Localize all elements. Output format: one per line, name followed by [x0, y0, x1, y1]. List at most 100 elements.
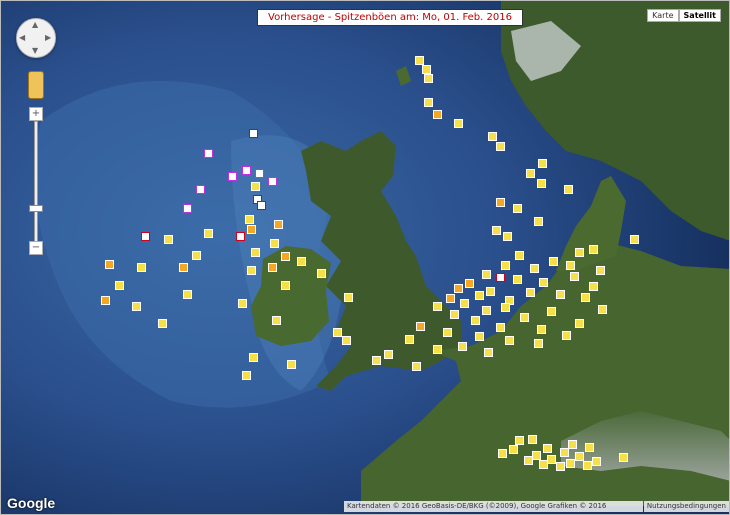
forecast-marker-yellow[interactable]: [115, 281, 124, 290]
forecast-marker-yellow[interactable]: [564, 185, 573, 194]
forecast-marker-yellow[interactable]: [498, 449, 507, 458]
forecast-marker-yellow[interactable]: [433, 302, 442, 311]
forecast-marker-yellow[interactable]: [530, 264, 539, 273]
forecast-marker-yellow[interactable]: [460, 299, 469, 308]
forecast-marker-yellow[interactable]: [556, 290, 565, 299]
forecast-marker-orange[interactable]: [496, 198, 505, 207]
pan-down-icon[interactable]: ▼: [32, 47, 38, 55]
forecast-marker-yellow[interactable]: [549, 257, 558, 266]
pan-control[interactable]: ▲ ▼ ◀ ▶: [16, 18, 56, 58]
forecast-marker-yellow[interactable]: [534, 217, 543, 226]
forecast-marker-yellow[interactable]: [251, 248, 260, 257]
forecast-marker-yellow[interactable]: [443, 328, 452, 337]
forecast-marker-magenta[interactable]: [196, 185, 205, 194]
forecast-marker-yellow[interactable]: [251, 182, 260, 191]
forecast-marker-magenta[interactable]: [183, 204, 192, 213]
forecast-marker-orange[interactable]: [465, 279, 474, 288]
forecast-marker-yellow[interactable]: [317, 269, 326, 278]
forecast-marker-yellow[interactable]: [524, 456, 533, 465]
forecast-marker-yellow[interactable]: [515, 436, 524, 445]
pan-right-icon[interactable]: ▶: [45, 34, 51, 42]
forecast-marker-yellow[interactable]: [454, 119, 463, 128]
forecast-marker-yellow[interactable]: [537, 325, 546, 334]
forecast-marker-yellow[interactable]: [458, 342, 467, 351]
forecast-marker-red[interactable]: [257, 201, 266, 210]
forecast-marker-yellow[interactable]: [287, 360, 296, 369]
forecast-marker-yellow[interactable]: [581, 293, 590, 302]
forecast-marker-yellow[interactable]: [372, 356, 381, 365]
forecast-marker-orange[interactable]: [454, 284, 463, 293]
forecast-marker-yellow[interactable]: [568, 440, 577, 449]
forecast-marker-orange[interactable]: [105, 260, 114, 269]
forecast-marker-yellow[interactable]: [247, 266, 256, 275]
forecast-marker-magenta[interactable]: [228, 172, 237, 181]
forecast-marker-magenta[interactable]: [268, 177, 277, 186]
forecast-marker-yellow[interactable]: [566, 459, 575, 468]
forecast-marker-orange[interactable]: [247, 225, 256, 234]
forecast-marker-yellow[interactable]: [560, 448, 569, 457]
forecast-marker-yellow[interactable]: [575, 248, 584, 257]
forecast-marker-yellow[interactable]: [598, 305, 607, 314]
forecast-marker-yellow[interactable]: [534, 339, 543, 348]
forecast-marker-yellow[interactable]: [503, 232, 512, 241]
forecast-marker-yellow[interactable]: [471, 316, 480, 325]
forecast-marker-yellow[interactable]: [412, 362, 421, 371]
forecast-marker-magenta[interactable]: [255, 169, 264, 178]
forecast-marker-yellow[interactable]: [583, 461, 592, 470]
forecast-marker-yellow[interactable]: [164, 235, 173, 244]
forecast-marker-yellow[interactable]: [281, 281, 290, 290]
forecast-marker-yellow[interactable]: [415, 56, 424, 65]
forecast-marker-red[interactable]: [496, 273, 505, 282]
forecast-marker-yellow[interactable]: [482, 270, 491, 279]
forecast-marker-yellow[interactable]: [496, 323, 505, 332]
forecast-marker-yellow[interactable]: [496, 142, 505, 151]
forecast-marker-orange[interactable]: [433, 110, 442, 119]
zoom-in-button[interactable]: +: [29, 107, 43, 121]
zoom-slider-handle[interactable]: [29, 205, 43, 212]
forecast-marker-yellow[interactable]: [526, 288, 535, 297]
forecast-marker-yellow[interactable]: [539, 460, 548, 469]
forecast-marker-yellow[interactable]: [137, 263, 146, 272]
forecast-marker-yellow[interactable]: [515, 251, 524, 260]
forecast-marker-yellow[interactable]: [543, 444, 552, 453]
forecast-marker-yellow[interactable]: [297, 257, 306, 266]
forecast-marker-yellow[interactable]: [422, 65, 431, 74]
forecast-marker-orange[interactable]: [179, 263, 188, 272]
forecast-marker-yellow[interactable]: [509, 445, 518, 454]
pan-up-icon[interactable]: ▲: [32, 21, 38, 29]
forecast-marker-yellow[interactable]: [520, 313, 529, 322]
forecast-marker-yellow[interactable]: [570, 272, 579, 281]
forecast-marker-yellow[interactable]: [547, 307, 556, 316]
forecast-marker-yellow[interactable]: [486, 287, 495, 296]
forecast-marker-yellow[interactable]: [424, 98, 433, 107]
forecast-marker-yellow[interactable]: [333, 328, 342, 337]
forecast-marker-yellow[interactable]: [344, 293, 353, 302]
forecast-marker-yellow[interactable]: [547, 455, 556, 464]
forecast-marker-yellow[interactable]: [488, 132, 497, 141]
forecast-marker-magenta[interactable]: [242, 166, 251, 175]
forecast-marker-yellow[interactable]: [537, 179, 546, 188]
forecast-marker-yellow[interactable]: [562, 331, 571, 340]
forecast-marker-yellow[interactable]: [132, 302, 141, 311]
forecast-marker-orange[interactable]: [416, 322, 425, 331]
forecast-marker-yellow[interactable]: [528, 435, 537, 444]
forecast-marker-yellow[interactable]: [475, 291, 484, 300]
map-type-map-button[interactable]: Karte: [647, 9, 679, 22]
forecast-marker-orange[interactable]: [268, 263, 277, 272]
forecast-marker-yellow[interactable]: [238, 299, 247, 308]
forecast-marker-yellow[interactable]: [539, 278, 548, 287]
forecast-marker-yellow[interactable]: [384, 350, 393, 359]
forecast-marker-yellow[interactable]: [505, 336, 514, 345]
forecast-marker-yellow[interactable]: [513, 204, 522, 213]
forecast-marker-yellow[interactable]: [630, 235, 639, 244]
map-type-satellite-button[interactable]: Satellit: [678, 9, 721, 22]
zoom-slider-track[interactable]: [34, 121, 38, 243]
forecast-marker-yellow[interactable]: [482, 306, 491, 315]
zoom-out-button[interactable]: −: [29, 241, 43, 255]
forecast-marker-yellow[interactable]: [589, 245, 598, 254]
forecast-marker-yellow[interactable]: [575, 319, 584, 328]
forecast-marker-yellow[interactable]: [450, 310, 459, 319]
forecast-marker-yellow[interactable]: [245, 215, 254, 224]
forecast-marker-yellow[interactable]: [501, 261, 510, 270]
forecast-marker-red[interactable]: [141, 232, 150, 241]
